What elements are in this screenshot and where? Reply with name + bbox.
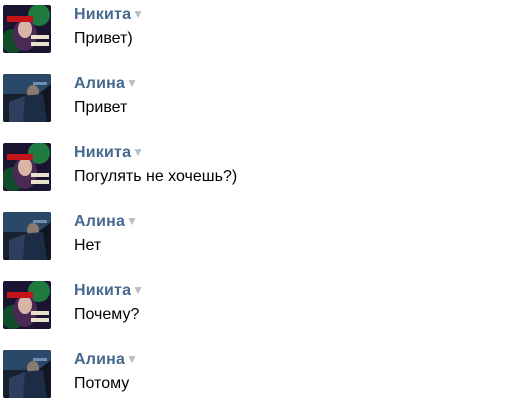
chat-log: Никита▼ Привет) Алина▼ Привет Никита▼ По… [0, 0, 520, 402]
message-item: Никита▼ Почему? [0, 276, 520, 336]
dropdown-arrow-icon[interactable]: ▼ [132, 283, 144, 297]
author-name[interactable]: Никита [74, 282, 131, 299]
message-item: Алина▼ Нет [0, 207, 520, 267]
avatar[interactable] [3, 350, 51, 398]
message-item: Никита▼ Погулять не хочешь?) [0, 138, 520, 198]
message-text: Почему? [74, 306, 140, 323]
author-name[interactable]: Никита [74, 6, 131, 23]
dropdown-arrow-icon[interactable]: ▼ [132, 145, 144, 159]
message-item: Алина▼ Потому [0, 345, 520, 405]
dropdown-arrow-icon[interactable]: ▼ [132, 7, 144, 21]
avatar[interactable] [3, 5, 51, 53]
avatar[interactable] [3, 212, 51, 260]
dropdown-arrow-icon[interactable]: ▼ [126, 352, 138, 366]
dropdown-arrow-icon[interactable]: ▼ [126, 76, 138, 90]
author-name[interactable]: Никита [74, 144, 131, 161]
message-text: Нет [74, 237, 102, 254]
author-name[interactable]: Алина [74, 75, 125, 92]
avatar[interactable] [3, 74, 51, 122]
author-name[interactable]: Алина [74, 213, 125, 230]
message-item: Никита▼ Привет) [0, 0, 520, 60]
avatar[interactable] [3, 281, 51, 329]
message-text: Потому [74, 375, 130, 392]
message-text: Привет [74, 99, 128, 116]
message-item: Алина▼ Привет [0, 69, 520, 129]
message-text: Привет) [74, 30, 133, 47]
dropdown-arrow-icon[interactable]: ▼ [126, 214, 138, 228]
message-text: Погулять не хочешь?) [74, 168, 238, 185]
avatar[interactable] [3, 143, 51, 191]
author-name[interactable]: Алина [74, 351, 125, 368]
